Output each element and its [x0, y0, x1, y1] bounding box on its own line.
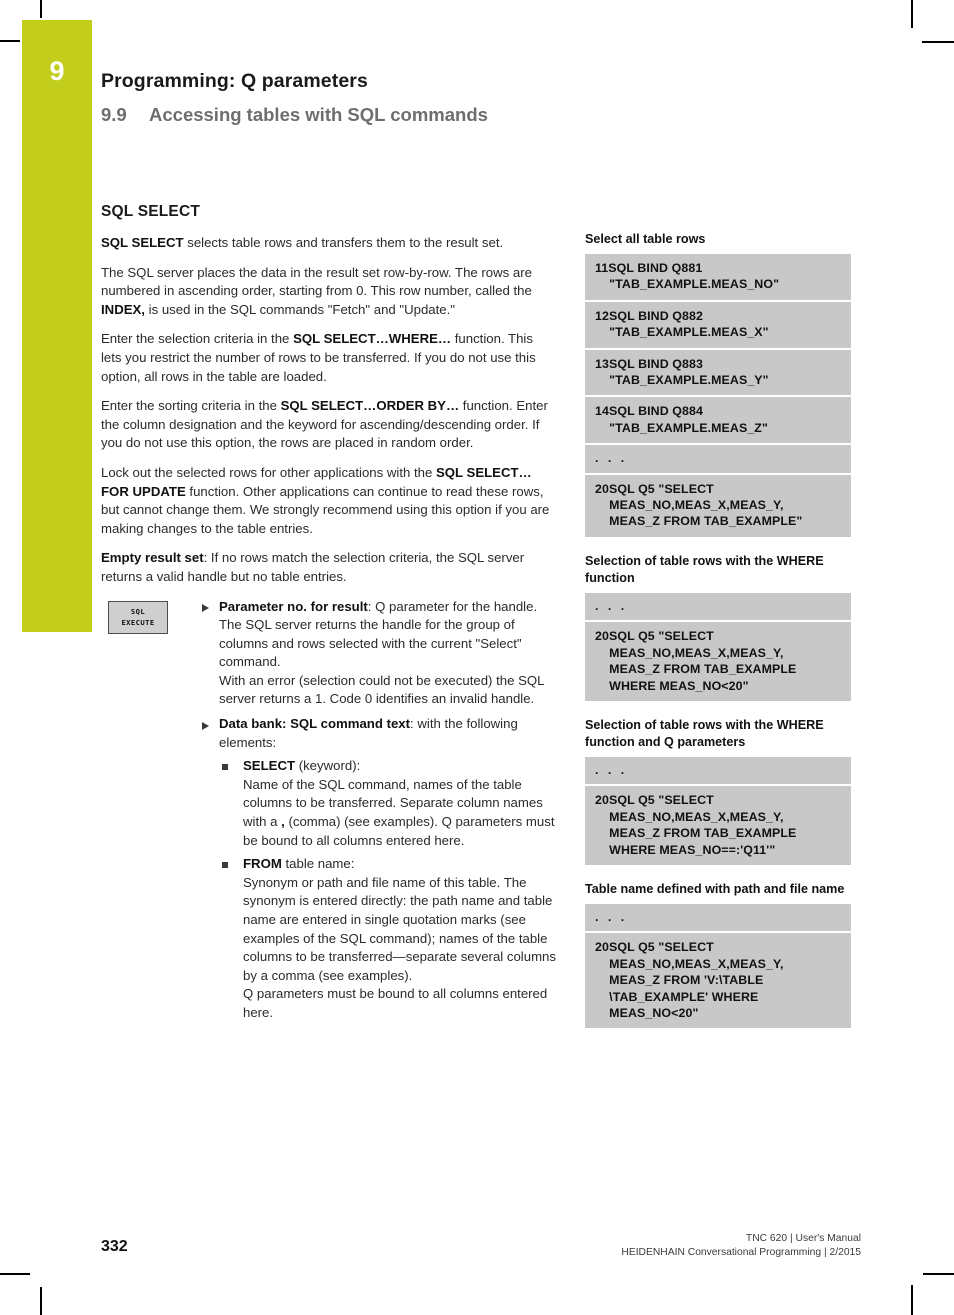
chapter-number: 9: [49, 56, 65, 86]
parameter-list-item: Parameter no. for result: Q parameter fo…: [201, 598, 556, 710]
emphasis-text: Empty result set: [101, 550, 204, 566]
paragraph: The SQL server places the data in the re…: [101, 264, 556, 320]
softkey-label-line1: SQL: [130, 607, 146, 616]
sql-element-list-item: SELECT (keyword): Name of the SQL command…: [219, 757, 556, 850]
emphasis-text: SELECT: [243, 758, 296, 774]
code-row: 20SQL Q5 "SELECT MEAS_NO,MEAS_X,MEAS_Y, …: [585, 933, 851, 1029]
example-title: Selection of table rows with the WHERE f…: [585, 717, 824, 749]
section-title: Accessing tables with SQL commands: [149, 104, 488, 125]
body-text: (comma) (see examples). Q parameters mus…: [243, 814, 555, 848]
paragraph: SQL SELECT selects table rows and transf…: [101, 234, 556, 253]
softkey-and-parameter-list: SQL EXECUTE Parameter no. for result: Q …: [101, 598, 556, 1023]
examples-column: Select all table rows 11SQL BIND Q881 "TA…: [585, 231, 851, 1044]
body-text: is used in the SQL commands "Fetch" and …: [144, 301, 455, 317]
code-block: . . . 20SQL Q5 "SELECT MEAS_NO,MEAS_X,MEA…: [585, 903, 851, 1029]
body-text: Q parameters must be bound to all column…: [243, 986, 548, 1020]
code-block: . . . 20SQL Q5 "SELECT MEAS_NO,MEAS_X,MEA…: [585, 592, 851, 701]
emphasis-text: SQL SELECT: [101, 235, 184, 250]
body-text: (keyword):: [295, 758, 361, 774]
emphasis-text: Parameter no. for result: [219, 598, 368, 614]
crop-mark-bottom-left-vertical: [40, 1287, 42, 1315]
example-title: Select all table rows: [585, 232, 706, 246]
code-ellipsis-row: . . .: [585, 903, 851, 932]
body-paragraphs: SQL SELECT selects table rows and transf…: [101, 234, 556, 587]
paragraph: Enter the selection criteria in the SQL …: [101, 330, 556, 386]
page-number: 332: [101, 1238, 128, 1255]
example-title: Selection of table rows with the WHERE f…: [585, 553, 824, 585]
page-title: SQL SELECT: [101, 203, 201, 220]
crop-mark-top-left-vertical: [40, 0, 42, 18]
crop-mark-bottom-right-vertical: [911, 1285, 913, 1315]
body-text: Enter the sorting criteria in the: [101, 398, 281, 414]
code-row: 12SQL BIND Q882 "TAB_EXAMPLE.MEAS_X": [585, 301, 851, 348]
body-text: selects table rows and transfers them to…: [183, 235, 504, 250]
page-header: Programming: Q parameters 9.9 Accessing …: [101, 70, 861, 126]
section-number: 9.9: [101, 104, 127, 125]
crop-mark-top-left-horizontal: [0, 40, 20, 42]
crop-mark-top-right-vertical: [911, 0, 913, 28]
emphasis-text: SQL SELECT…WHERE…: [293, 331, 452, 347]
body-text: With an error (selection could not be ex…: [219, 672, 544, 707]
example-group: Selection of table rows with the WHERE f…: [585, 717, 851, 865]
example-title: Table name defined with path and file na…: [585, 881, 845, 896]
footer-info: TNC 620 | User's Manual HEIDENHAIN Conve…: [621, 1232, 861, 1260]
sql-element-list: SELECT (keyword): Name of the SQL command…: [219, 757, 556, 1022]
code-row: 11SQL BIND Q881 "TAB_EXAMPLE.MEAS_NO": [585, 254, 851, 300]
footer-publication-info: HEIDENHAIN Conversational Programming | …: [621, 1247, 861, 1258]
softkey-label-line2: EXECUTE: [121, 618, 155, 627]
emphasis-text: FROM: [243, 856, 282, 872]
code-row: 20SQL Q5 "SELECT MEAS_NO,MEAS_X,MEAS_Y, …: [585, 474, 851, 537]
example-group: Selection of table rows with the WHERE f…: [585, 553, 851, 701]
code-ellipsis-row: . . .: [585, 592, 851, 621]
emphasis-text: Data bank: SQL command text: [219, 716, 411, 732]
code-row: 13SQL BIND Q883 "TAB_EXAMPLE.MEAS_Y": [585, 349, 851, 396]
code-ellipsis-row: . . .: [585, 756, 851, 785]
emphasis-text: INDEX,: [101, 301, 145, 317]
section-heading: 9.9 Accessing tables with SQL commands: [101, 104, 861, 126]
chapter-tab: [22, 20, 92, 632]
parameter-list-item: Data bank: SQL command text: with the fo…: [201, 715, 556, 1023]
paragraph: Lock out the selected rows for other app…: [101, 464, 556, 538]
parameter-bullet-region: Parameter no. for result: Q parameter fo…: [201, 598, 556, 1023]
code-block: . . . 20SQL Q5 "SELECT MEAS_NO,MEAS_X,MEA…: [585, 756, 851, 865]
code-row: 14SQL BIND Q884 "TAB_EXAMPLE.MEAS_Z": [585, 397, 851, 444]
main-content-column: SQL SELECT SQL SELECT selects table rows…: [101, 203, 556, 1029]
chapter-title: Programming: Q parameters: [101, 70, 368, 92]
sql-element-list-item: FROM table name: Synonym or path and file…: [219, 855, 556, 1022]
paragraph: Enter the sorting criteria in the SQL SE…: [101, 397, 556, 453]
paragraph: Empty result set: If no rows match the s…: [101, 549, 556, 586]
example-groups: Select all table rows 11SQL BIND Q881 "TA…: [585, 231, 851, 1029]
crop-mark-bottom-left-horizontal: [0, 1273, 30, 1275]
crop-mark-bottom-right-horizontal: [923, 1273, 954, 1275]
code-block: 11SQL BIND Q881 "TAB_EXAMPLE.MEAS_NO" 12S…: [585, 254, 851, 537]
code-row: 20SQL Q5 "SELECT MEAS_NO,MEAS_X,MEAS_Y, …: [585, 786, 851, 865]
example-group: Table name defined with path and file na…: [585, 881, 851, 1029]
parameter-list: Parameter no. for result: Q parameter fo…: [201, 598, 556, 1023]
body-text: Enter the selection criteria in the: [101, 331, 294, 347]
crop-mark-top-right-horizontal: [922, 41, 954, 43]
code-ellipsis-row: . . .: [585, 445, 851, 473]
example-group: Select all table rows 11SQL BIND Q881 "TA…: [585, 231, 851, 537]
body-text: table name:: [281, 856, 355, 872]
body-text: The SQL server places the data in the re…: [101, 264, 532, 299]
footer-manual-name: TNC 620 | User's Manual: [745, 1233, 861, 1244]
body-text: Synonym or path and file name of this ta…: [243, 874, 556, 983]
code-row: 20SQL Q5 "SELECT MEAS_NO,MEAS_X,MEAS_Y, …: [585, 622, 851, 701]
emphasis-text: SQL SELECT…ORDER BY…: [280, 398, 460, 414]
sql-execute-softkey[interactable]: SQL EXECUTE: [108, 600, 168, 634]
body-text: Lock out the selected rows for other app…: [101, 464, 436, 480]
